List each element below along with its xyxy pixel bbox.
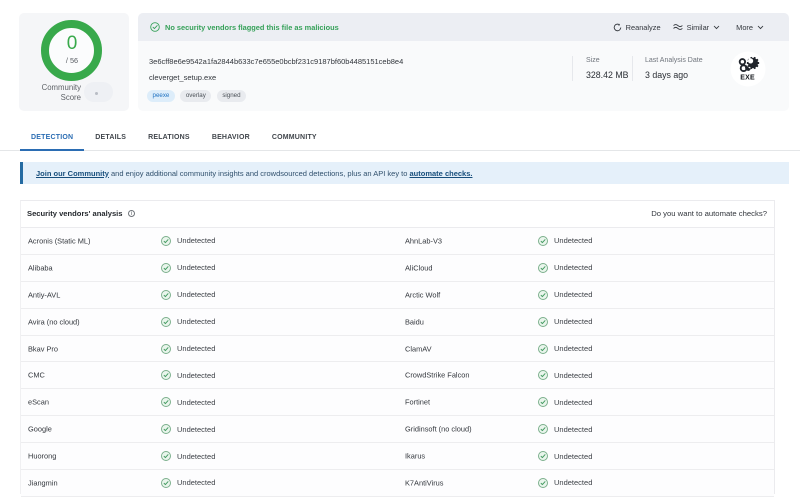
svg-text:EXE: EXE [740,74,755,81]
